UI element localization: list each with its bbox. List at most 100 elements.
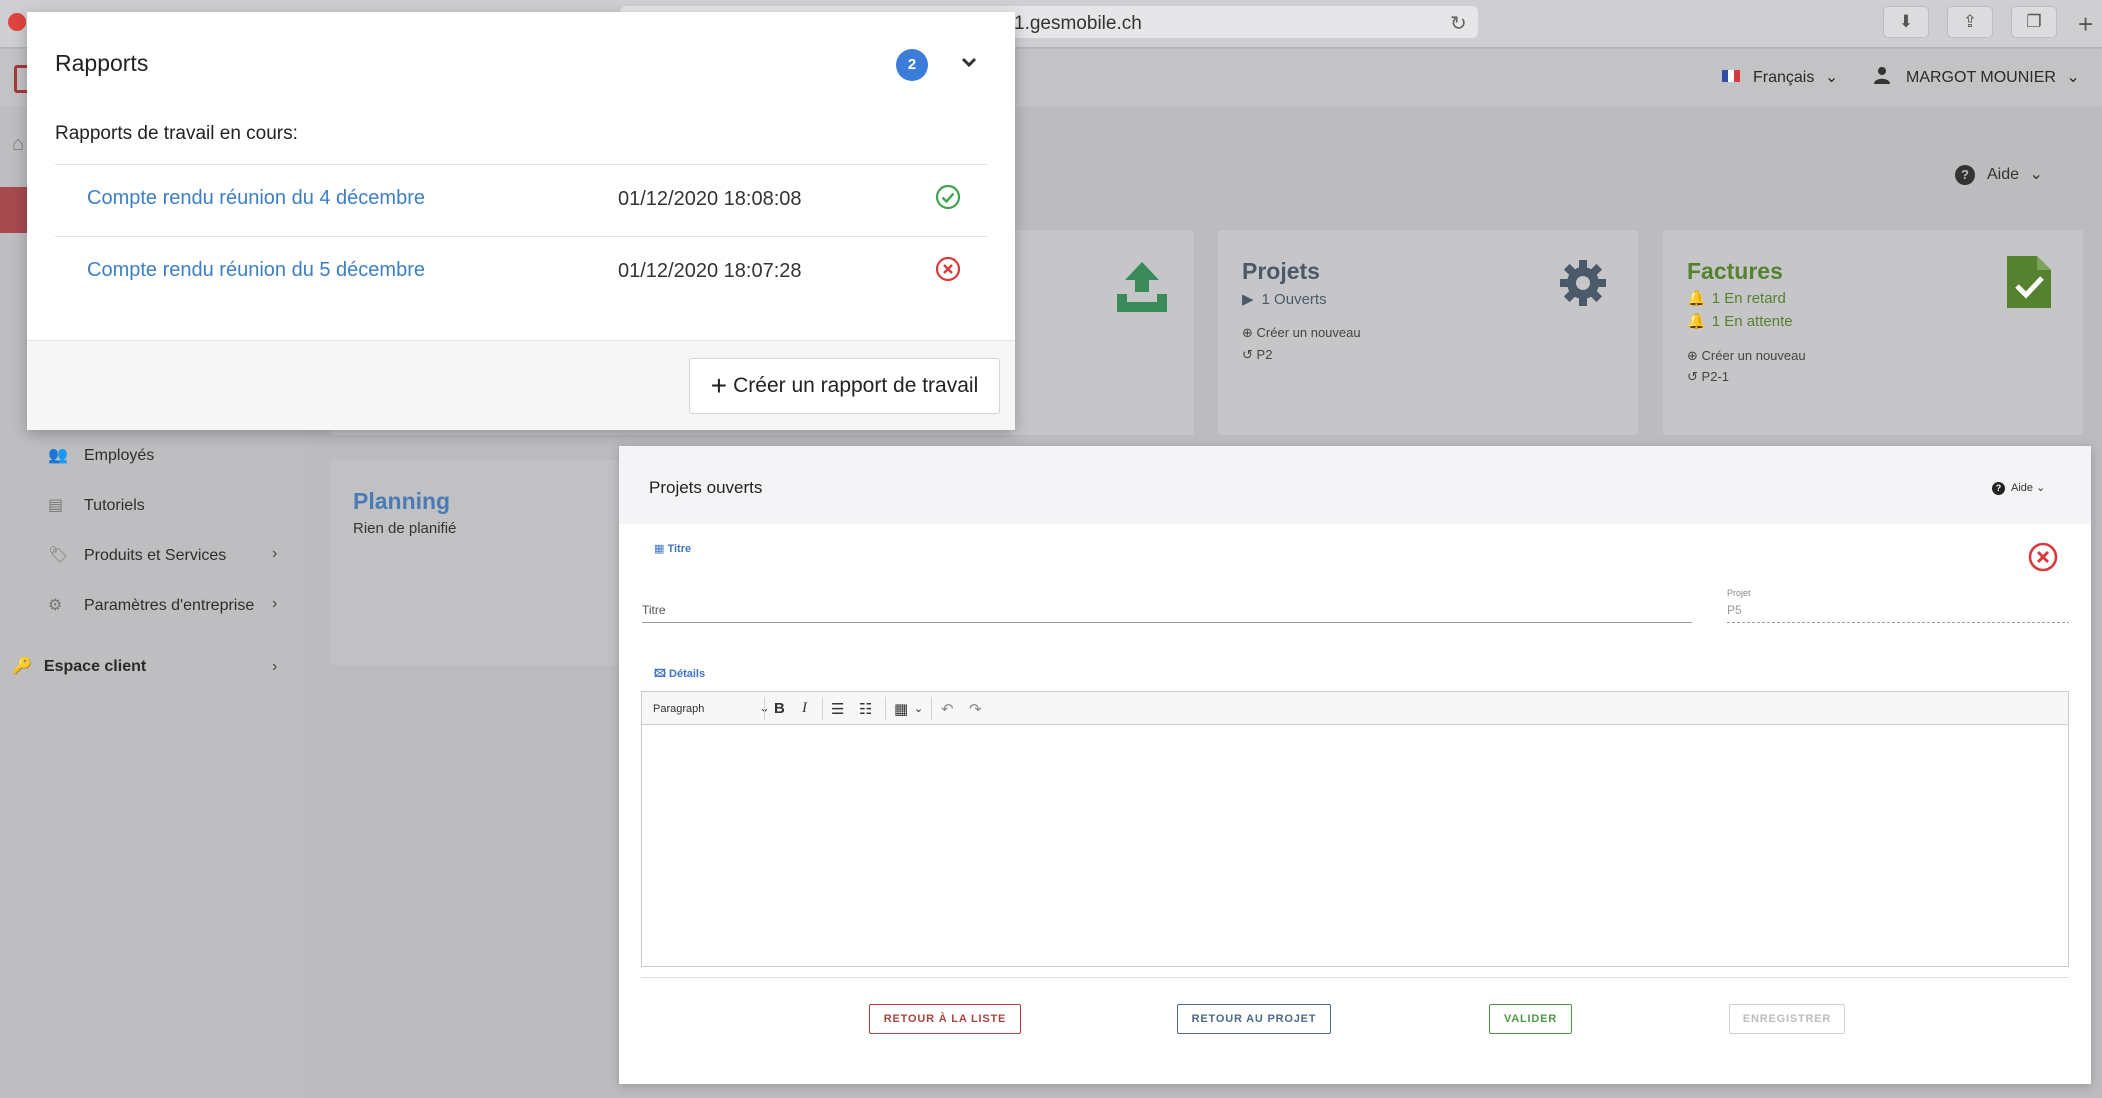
section-details-label: Détails: [669, 668, 706, 680]
help-menu[interactable]: ? Aide ⌄: [1955, 164, 2043, 185]
back-to-project-button[interactable]: RETOUR AU PROJET: [1177, 1004, 1331, 1034]
projets-card[interactable]: Projets ▶ 1 Ouverts ⊕ Créer un nouveau ↺ …: [1218, 230, 1638, 435]
download-icon[interactable]: ⬇: [1883, 6, 1929, 38]
help-label: Aide: [2011, 482, 2034, 494]
section-titre-header: ▦ Titre: [654, 542, 691, 555]
planning-card[interactable]: Planning Rien de planifié: [330, 460, 630, 665]
rapport-title-link[interactable]: Compte rendu réunion du 5 décembre: [87, 259, 425, 282]
toolbar-divider: [764, 697, 765, 720]
language-selector[interactable]: Français ⌄: [1753, 67, 1838, 87]
factures-late-label: 1 En retard: [1711, 290, 1786, 307]
rapports-footer: + Créer un rapport de travail: [27, 340, 1015, 430]
projets-card-title: Projets: [1242, 258, 1320, 284]
factures-card[interactable]: Factures 🔔 1 En retard 🔔 1 En attente ⊕ Cr…: [1663, 230, 2083, 435]
validate-button[interactable]: VALIDER: [1489, 1004, 1572, 1034]
new-tab-icon[interactable]: +: [2078, 11, 2093, 37]
bullet-list-icon[interactable]: ☰: [831, 700, 844, 718]
rapports-subtitle: Rapports de travail en cours:: [55, 123, 298, 144]
projet-field-value: P5: [1727, 603, 1742, 617]
sidebar-item-espace-client[interactable]: 🔑 Espace client: [12, 656, 146, 676]
projets-recent-link[interactable]: ↺ P2: [1242, 347, 1272, 363]
titre-field-label: Titre: [642, 603, 666, 617]
chevron-down-icon: ⌄: [2029, 166, 2043, 183]
panel-help-menu[interactable]: ? Aide ⌄: [1992, 481, 2045, 495]
home-icon[interactable]: ⌂: [12, 133, 24, 156]
factures-pending-count[interactable]: 🔔 1 En attente: [1687, 312, 1793, 330]
user-menu[interactable]: MARGOT MOUNIER ⌄: [1906, 67, 2080, 87]
user-icon: [1873, 66, 1891, 89]
chevron-down-icon[interactable]: [961, 48, 977, 74]
titre-input[interactable]: [642, 622, 1692, 623]
rapport-date: 01/12/2020 18:08:08: [618, 188, 802, 210]
editor-toolbar: Paragraph ⌄ B I ☰ ☷ ▦ ⌄ ↶ ↷: [642, 692, 2068, 725]
section-titre-label: Titre: [667, 543, 692, 555]
close-window-button[interactable]: [8, 13, 26, 31]
chevron-right-icon[interactable]: ›: [272, 545, 277, 563]
back-to-list-button[interactable]: RETOUR À LA LISTE: [869, 1004, 1021, 1034]
panel-title: Projets ouverts: [649, 478, 763, 497]
toolbar-divider: [885, 697, 886, 720]
projets-open-label: 1 Ouverts: [1261, 291, 1327, 308]
rapport-title-link[interactable]: Compte rendu réunion du 4 décembre: [87, 187, 425, 210]
paragraph-style-value: Paragraph: [653, 703, 705, 715]
close-icon[interactable]: [2027, 541, 2059, 578]
table-icon[interactable]: ▦: [894, 700, 908, 718]
sidebar-item-tutoriels[interactable]: ▤ Tutoriels: [48, 495, 145, 515]
projets-recent-label: P2: [1256, 347, 1273, 362]
tabs-overview-icon[interactable]: ❐: [2011, 6, 2057, 38]
language-label: Français: [1753, 69, 1815, 86]
chevron-down-icon[interactable]: ⌄: [914, 702, 923, 715]
projets-create-link[interactable]: ⊕ Créer un nouveau: [1242, 325, 1361, 341]
numbered-list-icon[interactable]: ☷: [859, 700, 872, 718]
projets-create-label: Créer un nouveau: [1256, 325, 1361, 340]
create-rapport-label: Créer un rapport de travail: [733, 374, 979, 397]
factures-card-title: Factures: [1687, 258, 1783, 284]
check-circle-icon: [935, 184, 961, 215]
bell-pending-icon: 🔔: [1687, 313, 1706, 330]
share-icon[interactable]: ⇪: [1947, 6, 1993, 38]
factures-create-link[interactable]: ⊕ Créer un nouveau: [1687, 348, 1806, 364]
factures-recent-link[interactable]: ↺ P2-1: [1687, 369, 1729, 385]
toolbar-divider: [931, 697, 932, 720]
reload-icon[interactable]: ↻: [1450, 11, 1467, 36]
sidebar-item-label: Tutoriels: [84, 497, 145, 514]
help-icon: ?: [1955, 165, 1975, 185]
create-rapport-button[interactable]: + Créer un rapport de travail: [689, 358, 1000, 414]
bold-button[interactable]: B: [774, 700, 785, 717]
rapport-date: 01/12/2020 18:07:28: [618, 260, 802, 282]
paragraph-style-select[interactable]: Paragraph ⌄: [653, 701, 770, 715]
factures-late-count[interactable]: 🔔 1 En retard: [1687, 289, 1786, 307]
gear-icon: [1558, 258, 1608, 313]
factures-pending-label: 1 En attente: [1711, 313, 1793, 330]
sidebar-item-parametres[interactable]: ⚙ Paramètres d'entreprise: [48, 595, 254, 615]
planning-subtitle: Rien de planifié: [353, 520, 457, 537]
sidebar-item-employes[interactable]: 👥 Employés: [48, 445, 154, 465]
redo-icon[interactable]: ↷: [969, 700, 982, 718]
editor-divider: [641, 977, 2069, 978]
rapports-count-badge: 2: [896, 49, 928, 81]
invoice-check-icon: [2005, 254, 2053, 315]
projet-field-label: Projet: [1727, 588, 1751, 598]
sidebar-item-produits[interactable]: 🏷 Produits et Services: [48, 545, 226, 565]
chevron-down-icon: ⌄: [1824, 69, 1839, 86]
rich-text-editor: Paragraph ⌄ B I ☰ ☷ ▦ ⌄ ↶ ↷: [641, 691, 2069, 967]
sidebar-item-label: Produits et Services: [84, 547, 227, 564]
projet-input: [1727, 622, 2069, 623]
users-icon: 👥: [48, 447, 68, 464]
plus-circle-icon: ⊕: [1242, 325, 1253, 340]
rapport-row[interactable]: Compte rendu réunion du 4 décembre 01/12…: [55, 164, 987, 236]
save-button[interactable]: ENREGISTRER: [1729, 1004, 1845, 1034]
rapport-row[interactable]: Compte rendu réunion du 5 décembre 01/12…: [55, 236, 987, 308]
undo-icon[interactable]: ↶: [941, 700, 954, 718]
planning-title: Planning: [353, 488, 451, 514]
settings-icon: ⚙: [48, 597, 63, 614]
panel-header: Projets ouverts ? Aide ⌄: [619, 446, 2091, 524]
url-text: 1.gesmobile.ch: [1014, 13, 1142, 34]
chevron-down-icon: ⌄: [2066, 69, 2080, 86]
chevron-right-icon[interactable]: ›: [272, 595, 277, 613]
sidebar-item-label: Paramètres d'entreprise: [84, 597, 255, 614]
italic-button[interactable]: I: [802, 700, 807, 717]
error-circle-icon: [935, 256, 961, 287]
chevron-right-icon[interactable]: ›: [272, 658, 277, 676]
projets-open-count[interactable]: ▶ 1 Ouverts: [1242, 290, 1327, 308]
